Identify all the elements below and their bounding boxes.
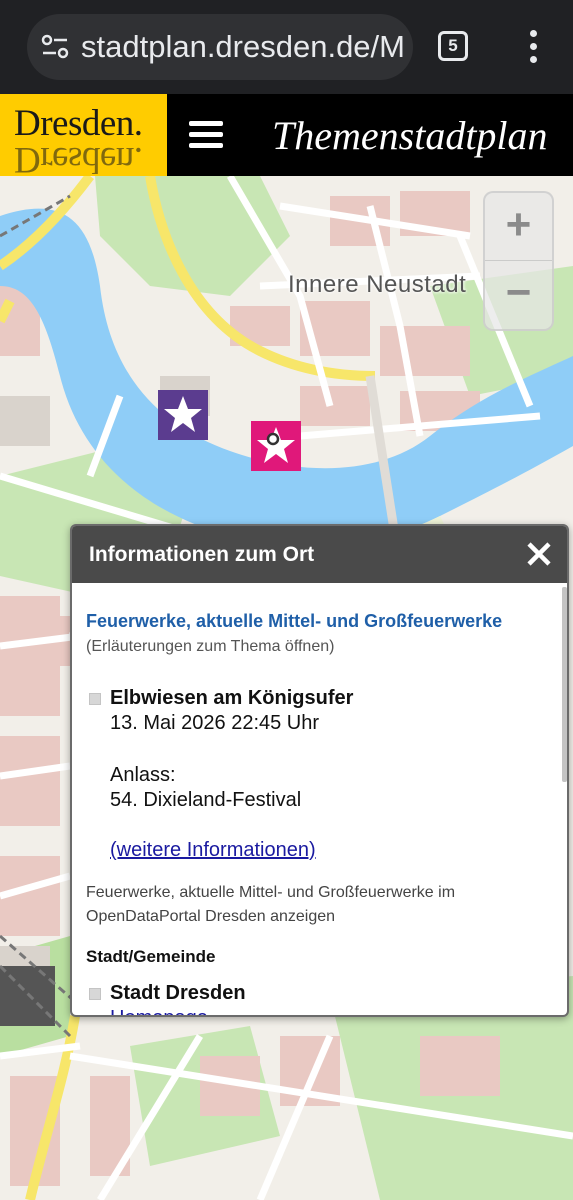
place-name: Elbwiesen am Königsufer: [110, 687, 354, 709]
popup-scrollbar[interactable]: [562, 587, 567, 782]
popup-body[interactable]: Feuerwerke, aktuelle Mittel- und Großfeu…: [72, 583, 567, 1015]
tab-switcher-button[interactable]: 5: [438, 31, 468, 61]
dresden-logo[interactable]: Dresden. Dresden.: [0, 94, 167, 176]
url-text[interactable]: stadtplan.dresden.de/M: [81, 29, 405, 65]
logo-reflection: Dresden.: [14, 139, 143, 176]
bullet-icon: [89, 693, 101, 705]
site-header: Dresden. Dresden. Themenstadtplan: [0, 94, 573, 176]
popup-header: Informationen zum Ort: [72, 526, 567, 583]
occasion-value: 54. Dixieland-Festival: [110, 789, 302, 811]
zoom-in-button[interactable]: +: [485, 193, 552, 261]
hamburger-menu-icon[interactable]: [189, 121, 223, 149]
open-data-portal-link[interactable]: Feuerwerke, aktuelle Mittel- und Großfeu…: [86, 881, 556, 929]
event-date: 13. Mai 2026 22:45 Uhr: [110, 712, 320, 734]
theme-explanation-link[interactable]: (Erläuterungen zum Thema öffnen): [86, 638, 334, 656]
browser-toolbar: stadtplan.dresden.de/M 5: [0, 0, 573, 94]
more-vert-icon[interactable]: [522, 30, 544, 64]
close-icon[interactable]: [526, 541, 552, 567]
address-bar[interactable]: stadtplan.dresden.de/M: [27, 14, 413, 80]
bullet-icon: [89, 988, 101, 1000]
occasion-label: Anlass:: [110, 764, 176, 786]
more-info-link[interactable]: (weitere Informationen): [110, 839, 316, 862]
theme-link[interactable]: Feuerwerke, aktuelle Mittel- und Großfeu…: [86, 611, 502, 632]
site-title: Themenstadtplan: [272, 113, 548, 158]
homepage-link[interactable]: Homepage: [110, 1007, 208, 1015]
info-popup: Informationen zum Ort Feuerwerke, aktuel…: [70, 524, 569, 1017]
zoom-out-button[interactable]: −: [485, 261, 552, 329]
district-label: Innere Neustadt: [288, 271, 467, 298]
firework-star-marker-icon[interactable]: [251, 421, 301, 471]
zoom-control: + −: [483, 191, 554, 331]
site-settings-icon[interactable]: [41, 34, 69, 60]
city-name: Stadt Dresden: [110, 982, 246, 1004]
star-marker-icon[interactable]: [158, 390, 208, 440]
popup-title: Informationen zum Ort: [89, 543, 315, 566]
section-heading-municipality: Stadt/Gemeinde: [86, 947, 216, 966]
